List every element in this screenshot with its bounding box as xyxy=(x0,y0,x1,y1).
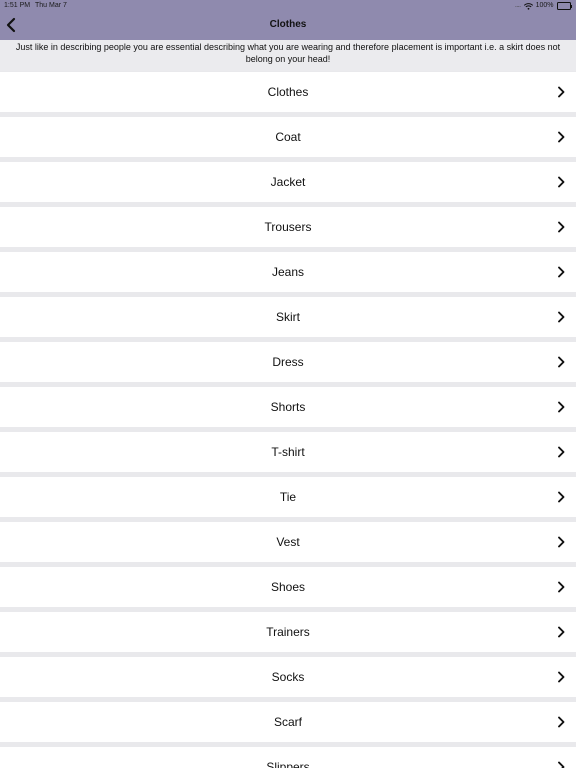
list-item[interactable]: Dress xyxy=(0,342,576,382)
chevron-right-icon xyxy=(558,131,565,143)
chevron-right-icon xyxy=(558,86,565,98)
battery-percentage: 100% xyxy=(535,2,554,9)
app-screen: 1:51 PM Thu Mar 7 .... 100% Clothes Just… xyxy=(0,0,576,768)
list-item-label: Vest xyxy=(276,535,300,549)
status-indicators: .... 100% xyxy=(515,1,572,11)
status-bar: 1:51 PM Thu Mar 7 .... 100% xyxy=(0,0,576,12)
chevron-right-icon xyxy=(558,311,565,323)
chevron-right-icon xyxy=(558,581,565,593)
chevron-right-icon xyxy=(558,671,565,683)
list-item[interactable]: Vest xyxy=(0,522,576,562)
list-item-label: Jacket xyxy=(270,175,306,189)
list-item[interactable]: Jeans xyxy=(0,252,576,292)
clothes-list: Clothes Coat Jacket Trousers Jeans Skirt Dress… xyxy=(0,72,576,768)
chevron-right-icon xyxy=(558,266,565,278)
list-item-label: Shorts xyxy=(270,400,306,414)
list-item[interactable]: Skirt xyxy=(0,297,576,337)
intro-description: Just like in describing people you are e… xyxy=(0,40,576,71)
list-item-label: Skirt xyxy=(276,310,300,324)
chevron-right-icon xyxy=(558,491,565,503)
chevron-right-icon xyxy=(558,626,565,638)
list-item-label: Socks xyxy=(271,670,305,684)
wifi-icon xyxy=(523,2,533,10)
list-item-label: Slippers xyxy=(266,760,310,768)
page-title: Clothes xyxy=(269,19,307,30)
list-item[interactable]: Trainers xyxy=(0,612,576,652)
list-item[interactable]: Tie xyxy=(0,477,576,517)
navigation-header: 1:51 PM Thu Mar 7 .... 100% Clothes xyxy=(0,0,576,40)
list-item-label: Coat xyxy=(275,130,301,144)
list-item-label: Jeans xyxy=(271,265,305,279)
chevron-right-icon xyxy=(558,761,565,768)
chevron-right-icon xyxy=(558,356,565,368)
list-item[interactable]: Coat xyxy=(0,117,576,157)
list-item-label: Tie xyxy=(279,490,297,504)
list-item-label: Clothes xyxy=(267,85,309,99)
status-date: Thu Mar 7 xyxy=(35,2,67,9)
list-item-label: Dress xyxy=(272,355,304,369)
cellular-signal-icon: .... xyxy=(514,2,521,9)
list-item[interactable]: Clothes xyxy=(0,72,576,112)
chevron-right-icon xyxy=(558,401,565,413)
chevron-right-icon xyxy=(558,221,565,233)
chevron-right-icon xyxy=(558,536,565,548)
chevron-right-icon xyxy=(558,446,565,458)
list-item[interactable]: Slippers xyxy=(0,747,576,768)
list-item[interactable]: T-shirt xyxy=(0,432,576,472)
list-item-label: T-shirt xyxy=(271,445,305,459)
list-item-label: Trainers xyxy=(266,625,310,639)
list-item-label: Trousers xyxy=(264,220,312,234)
chevron-right-icon xyxy=(558,176,565,188)
list-item[interactable]: Shoes xyxy=(0,567,576,607)
list-item-label: Scarf xyxy=(273,715,302,729)
list-item[interactable]: Trousers xyxy=(0,207,576,247)
battery-icon xyxy=(556,2,572,10)
list-item-label: Shoes xyxy=(270,580,306,594)
list-item[interactable]: Socks xyxy=(0,657,576,697)
list-item[interactable]: Shorts xyxy=(0,387,576,427)
list-item[interactable]: Scarf xyxy=(0,702,576,742)
status-time: 1:51 PM xyxy=(4,2,31,9)
list-item[interactable]: Jacket xyxy=(0,162,576,202)
chevron-right-icon xyxy=(558,716,565,728)
